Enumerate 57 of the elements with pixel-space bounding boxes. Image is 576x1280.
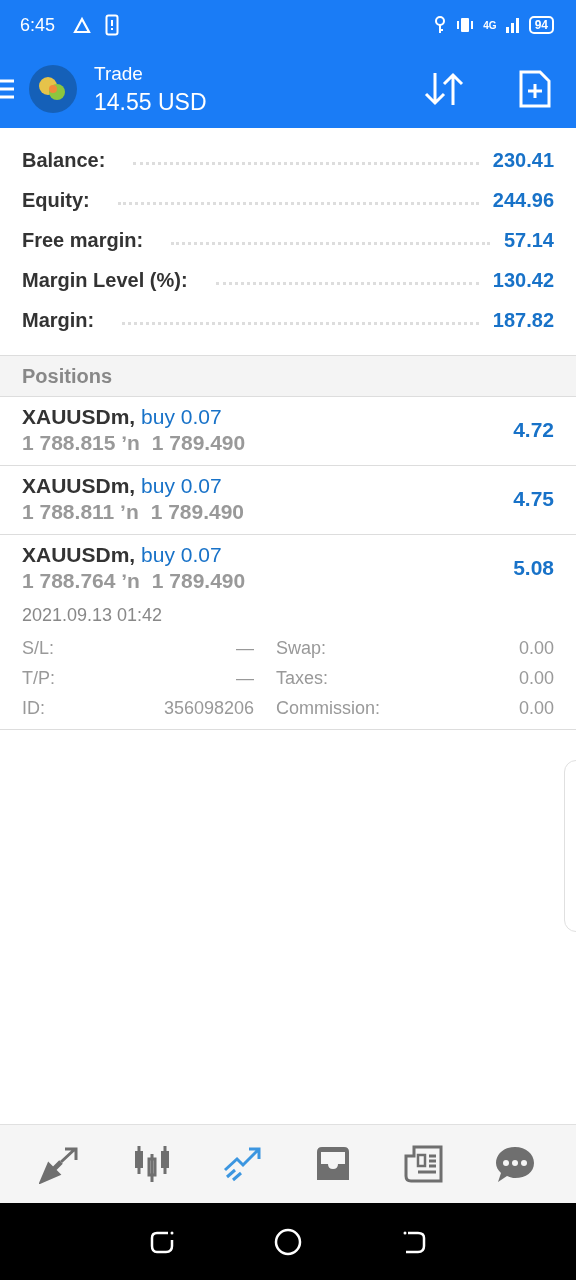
summary-label: Margin:	[22, 308, 95, 332]
profit-value: 5.08	[513, 556, 554, 580]
key-icon	[433, 15, 448, 35]
home-icon[interactable]	[273, 1226, 303, 1257]
summary-label: Equity:	[22, 188, 90, 212]
summary-label: Balance:	[22, 148, 106, 172]
clock: 6:45	[20, 14, 56, 36]
detail-label: S/L:	[22, 638, 56, 659]
detail-label: Taxes:	[276, 668, 330, 689]
symbol-label: XAUUSDm,	[22, 474, 136, 497]
price-separator: ʼn	[121, 431, 140, 454]
current-price: 1 789.490	[151, 569, 246, 592]
position-row[interactable]: XAUUSDm, buy 0.07 1 788.764 ʼn 1 789.490 5.08 2021.09.13 01:42 S/L: — Swap: 0.00 T/P: — Taxes: 0.00 ID: 356098206 Commission: 0.00	[0, 535, 576, 730]
summary-value: 244.96	[492, 188, 554, 212]
open-price: 1 788.764	[22, 569, 116, 592]
open-time: 2021.09.13 01:42	[22, 605, 164, 626]
detail-label: Commission:	[276, 698, 382, 719]
position-row[interactable]: XAUUSDm, buy 0.07 1 788.815 ʼn 1 789.490 4.72	[0, 397, 576, 466]
current-price: 1 789.490	[150, 500, 245, 523]
price-separator: ʼn	[121, 569, 140, 592]
detail-label: ID:	[22, 698, 46, 719]
summary-value: 230.41	[492, 148, 554, 172]
summary-value: 130.42	[492, 268, 554, 292]
symbol-label: XAUUSDm,	[22, 543, 136, 566]
new-order-icon[interactable]	[518, 69, 552, 109]
detail-value: 0.00	[518, 698, 554, 719]
detail-value: —	[235, 638, 255, 659]
order-side: buy 0.07	[141, 543, 222, 566]
summary-value: 57.14	[503, 228, 554, 252]
section-header: Positions	[0, 356, 576, 397]
summary-label: Margin Level (%):	[22, 268, 188, 292]
vibrate-icon	[455, 15, 476, 35]
phone-alert-icon	[105, 14, 120, 36]
summary-label: Free margin:	[22, 228, 144, 252]
summary-value: 187.82	[492, 308, 554, 332]
open-price: 1 788.815	[22, 431, 116, 454]
battery-icon: 94	[528, 16, 554, 34]
account-profit: 14.55 USD	[94, 88, 207, 116]
detail-label: T/P:	[22, 668, 56, 689]
detail-value: 0.00	[518, 668, 554, 689]
screen-title: Trade	[94, 62, 144, 85]
current-price: 1 789.490	[151, 431, 246, 454]
order-side: buy 0.07	[141, 405, 222, 428]
open-price: 1 788.811	[22, 500, 115, 523]
order-side: buy 0.07	[141, 474, 222, 497]
detail-value: 356098206	[162, 698, 255, 719]
position-row[interactable]: XAUUSDm, buy 0.07 1 788.811 ʼn 1 789.490 4.75	[0, 466, 576, 535]
price-separator: ʼn	[120, 500, 139, 523]
detail-value: 0.00	[518, 638, 554, 659]
symbol-label: XAUUSDm,	[22, 405, 136, 428]
signal-icon	[504, 15, 521, 35]
network-label: 4G	[483, 19, 497, 31]
profit-value: 4.72	[513, 418, 554, 442]
app-logo-icon	[28, 64, 78, 114]
detail-label: Swap:	[276, 638, 328, 659]
detail-value: —	[235, 668, 255, 689]
profit-value: 4.75	[513, 487, 554, 511]
